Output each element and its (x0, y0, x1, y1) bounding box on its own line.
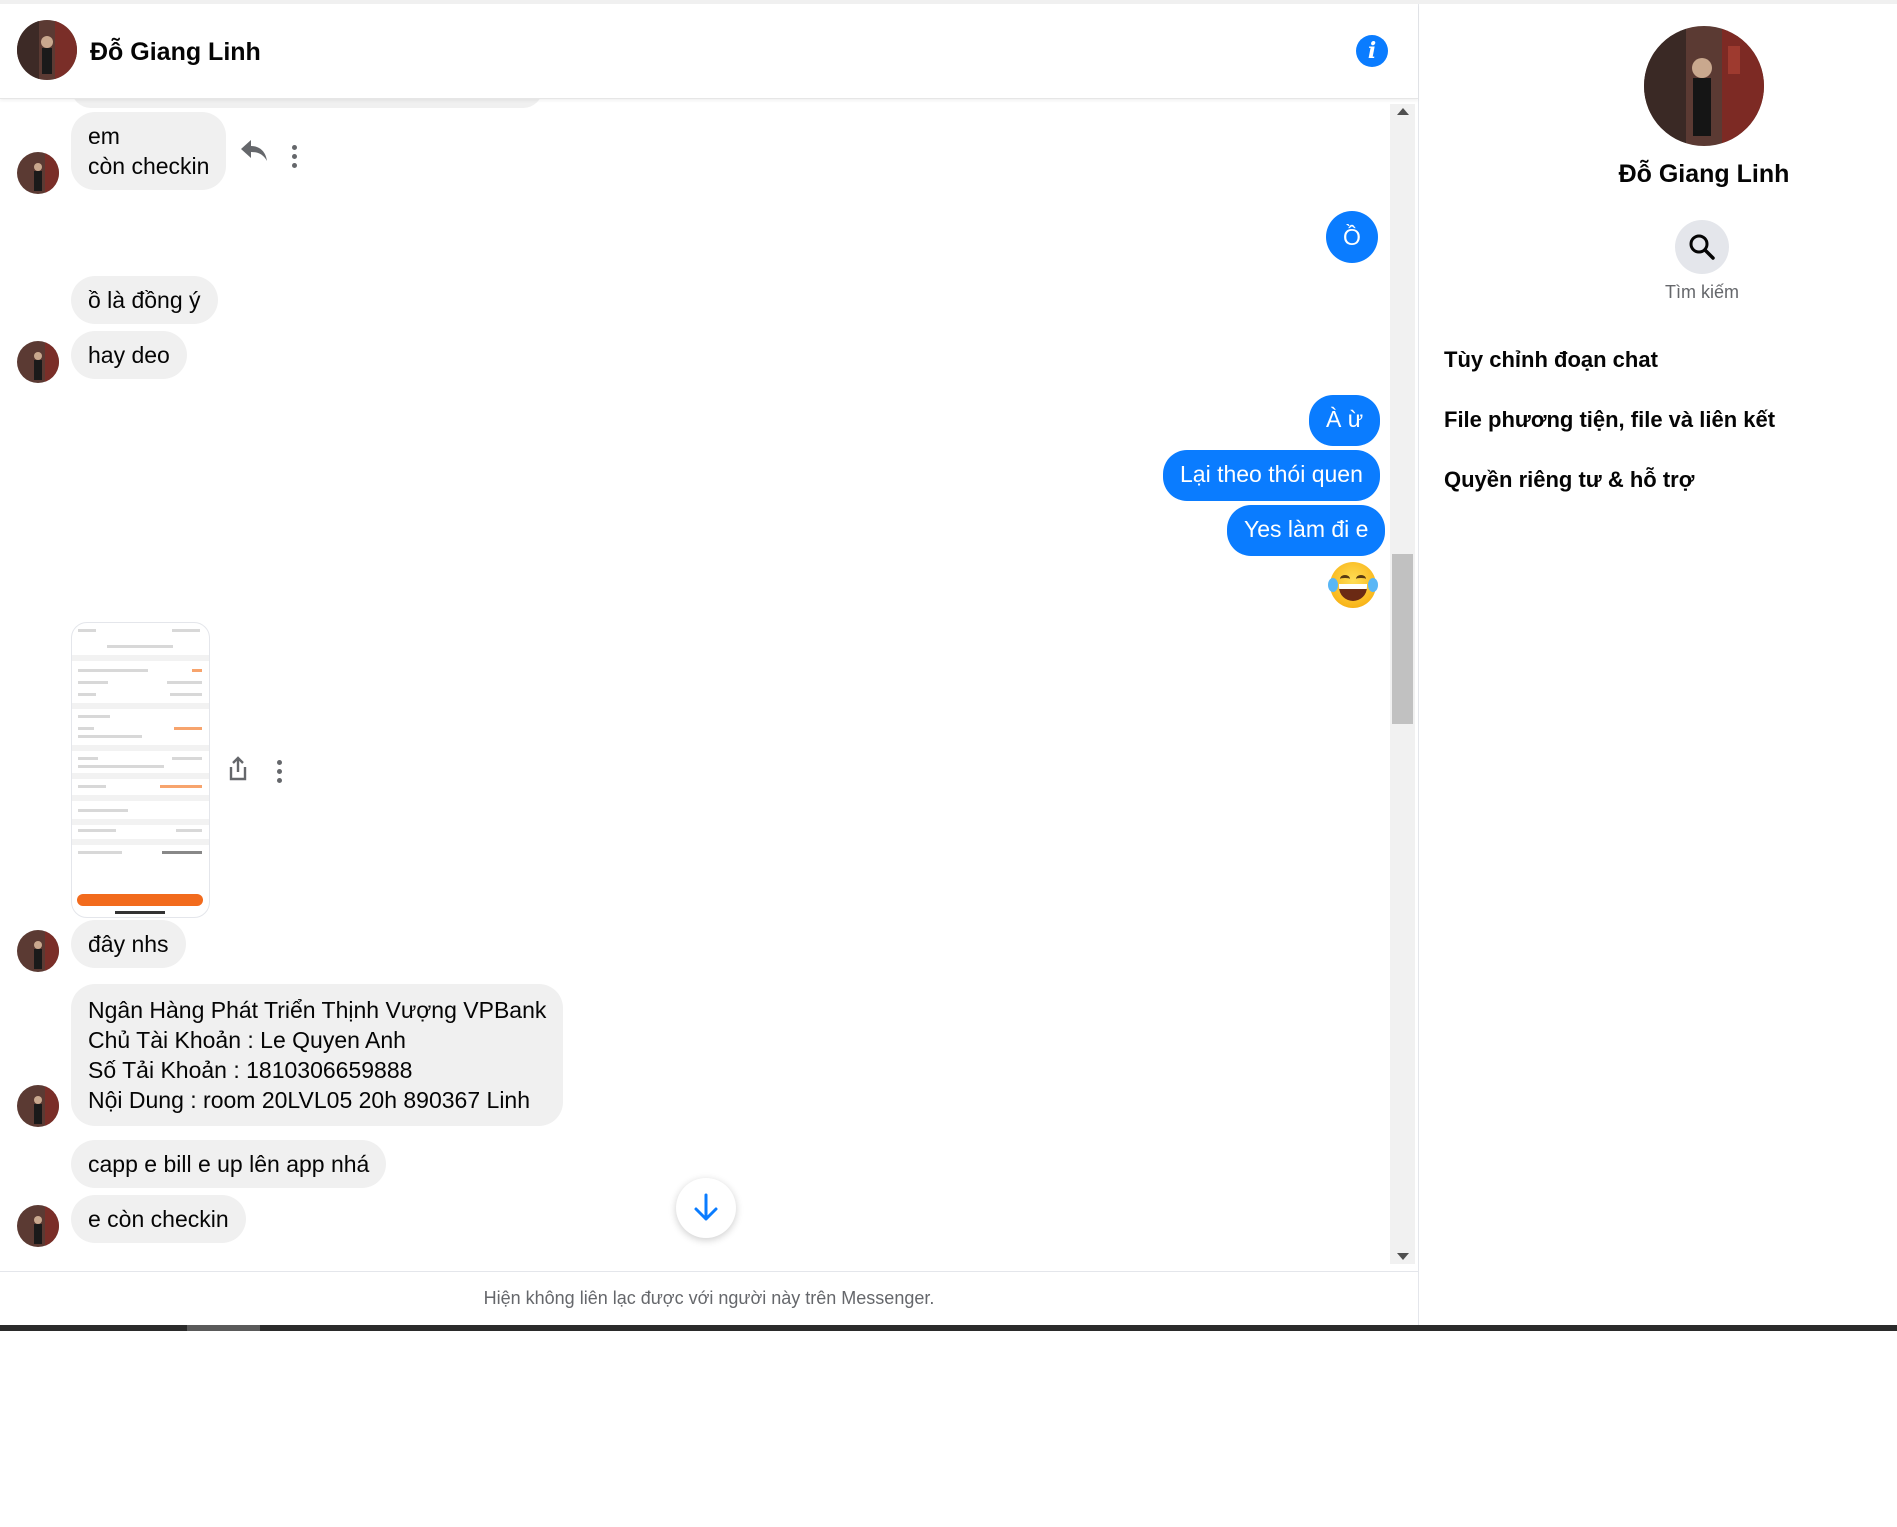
message-bubble-outgoing[interactable]: Ồ (1326, 211, 1378, 263)
window-bottom-edge (0, 1325, 1897, 1331)
chat-header: Đỗ Giang Linh i (0, 4, 1418, 99)
scroll-up-arrow-icon[interactable] (1397, 108, 1409, 115)
message-bubble-incoming[interactable]: Ngân Hàng Phát Triển Thịnh Vượng VPBank … (71, 984, 564, 1126)
privacy-support-item[interactable]: Quyền riêng tư & hỗ trợ (1444, 467, 1694, 493)
scroll-thumb[interactable] (1392, 554, 1413, 724)
sender-avatar[interactable] (17, 341, 59, 383)
message-bubble-outgoing[interactable]: À ừ (1309, 395, 1381, 446)
scroll-to-bottom-button[interactable] (676, 1178, 736, 1238)
media-files-links-item[interactable]: File phương tiện, file và liên kết (1444, 407, 1775, 433)
conversation-info-panel: Đỗ Giang Linh Tìm kiếm Tùy chỉnh đoạn ch… (1419, 4, 1897, 1325)
message-bubble-incoming[interactable]: capp e bill e up lên app nhá (71, 1140, 387, 1188)
tears-of-joy-emoji[interactable] (1328, 562, 1378, 608)
unavailable-notice: Hiện không liên lạc được với người này t… (0, 1271, 1418, 1327)
search-label[interactable]: Tìm kiếm (1619, 282, 1785, 303)
message-bubble-outgoing[interactable]: Lại theo thói quen (1163, 450, 1380, 501)
share-icon[interactable] (227, 756, 249, 789)
search-button[interactable] (1675, 220, 1729, 274)
customize-chat-item[interactable]: Tùy chỉnh đoạn chat (1444, 347, 1658, 373)
info-icon[interactable]: i (1356, 35, 1388, 67)
profile-avatar[interactable] (1644, 26, 1764, 146)
contact-name[interactable]: Đỗ Giang Linh (90, 38, 261, 67)
sender-avatar[interactable] (17, 930, 59, 972)
chat-scrollbar[interactable] (1390, 104, 1415, 1264)
message-bubble-incoming[interactable]: đây nhs (71, 920, 186, 968)
message-bubble-incoming[interactable]: em còn checkin (71, 112, 227, 190)
contact-avatar[interactable] (17, 20, 77, 80)
more-vertical-icon[interactable] (277, 760, 283, 787)
scroll-down-arrow-icon[interactable] (1397, 1253, 1409, 1260)
sender-avatar[interactable] (17, 1085, 59, 1127)
message-bubble-outgoing[interactable]: Yes làm đi e (1227, 505, 1386, 556)
arrow-down-icon (693, 1193, 719, 1228)
reply-icon[interactable] (240, 138, 268, 171)
sender-avatar[interactable] (17, 152, 59, 194)
profile-name: Đỗ Giang Linh (1618, 160, 1790, 188)
image-attachment[interactable] (71, 622, 210, 918)
search-icon (1688, 233, 1716, 266)
message-bubble-incoming[interactable]: ồ là đồng ý (71, 276, 218, 324)
more-vertical-icon[interactable] (292, 145, 298, 172)
message-bubble-incoming[interactable]: hay deo (71, 331, 187, 379)
message-bubble-incoming[interactable]: e còn checkin (71, 1195, 246, 1243)
chat-pane: Đỗ Giang Linh i em còn checkin Ồ ồ là đồ… (0, 4, 1419, 1326)
sender-avatar[interactable] (17, 1205, 59, 1247)
